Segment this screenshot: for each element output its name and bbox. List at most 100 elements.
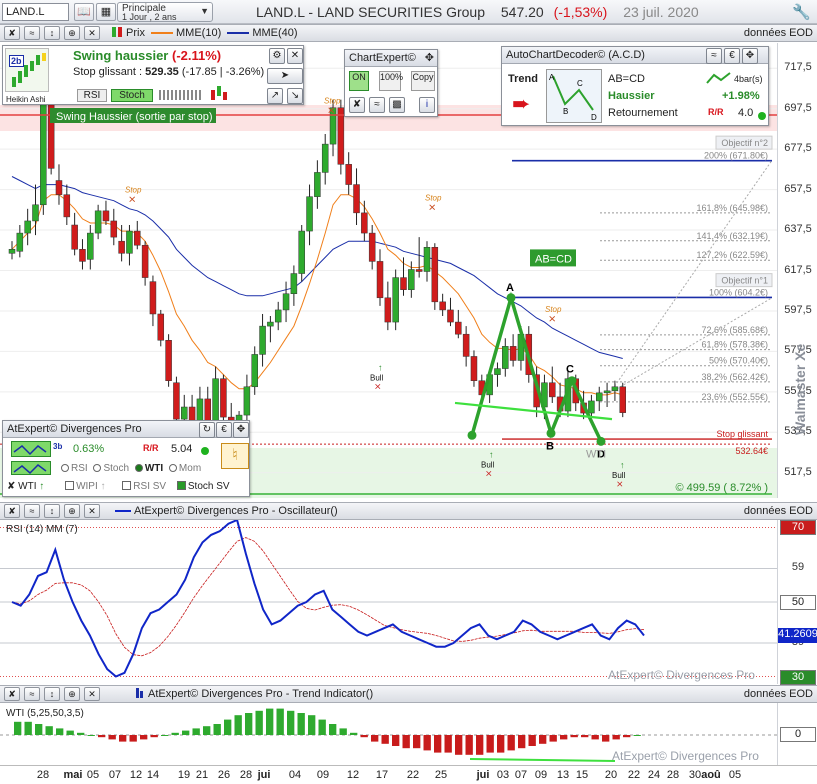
radio-mom[interactable] bbox=[168, 464, 177, 472]
swing-widget[interactable]: 2b Heikin Ashi Swing haussier (-2.11%) S… bbox=[2, 45, 304, 105]
graph-icon[interactable]: ≈ bbox=[706, 48, 722, 64]
zoom-100-button[interactable]: 100% bbox=[379, 71, 403, 91]
x-axis-label: 15 bbox=[575, 769, 589, 781]
price-tick: 617,5 bbox=[784, 263, 812, 276]
wrench-icon[interactable]: 🔧 bbox=[792, 3, 811, 21]
symbol-input[interactable]: LAND.L bbox=[2, 3, 69, 21]
grid-icon[interactable]: ▦ bbox=[96, 3, 116, 21]
bar-chart-icon bbox=[136, 688, 139, 698]
wti-bar bbox=[56, 728, 64, 735]
stop-glissant-value: 532.64€ bbox=[735, 446, 768, 456]
x-axis-label: 25 bbox=[434, 769, 448, 781]
wti-bar bbox=[119, 735, 127, 742]
check-stoch-sv[interactable] bbox=[176, 481, 186, 490]
pattern-point bbox=[467, 430, 477, 440]
on-button[interactable]: ON bbox=[349, 71, 369, 91]
trend-up-icon[interactable]: ↗ bbox=[267, 88, 283, 104]
chart-icon[interactable]: ▩ bbox=[389, 97, 405, 113]
indicator-icon[interactable]: ≈ bbox=[24, 687, 40, 701]
stoch-button[interactable]: Stoch bbox=[111, 89, 153, 102]
divergence-pct: 0.63% bbox=[73, 443, 105, 455]
quote-date: 23 juil. 2020 bbox=[623, 4, 699, 20]
trend-icon[interactable]: ↘ bbox=[287, 88, 303, 104]
divergence-wave-icon[interactable] bbox=[11, 461, 51, 475]
tools-icon[interactable]: ✘ bbox=[4, 26, 20, 40]
divergence-wave-icon[interactable] bbox=[11, 441, 51, 457]
acd-pct: +1.98% bbox=[722, 90, 760, 102]
close-icon[interactable]: ✕ bbox=[84, 26, 100, 40]
pattern-thumb[interactable]: A B C D bbox=[546, 69, 602, 123]
zoom-icon[interactable]: ⊕ bbox=[64, 26, 80, 40]
close-icon[interactable]: ✕ bbox=[84, 687, 100, 701]
tools-icon[interactable]: ✘ bbox=[7, 481, 15, 492]
move-icon[interactable]: ✥ bbox=[742, 48, 758, 64]
candle-body bbox=[415, 269, 423, 272]
close-icon[interactable]: ✕ bbox=[84, 504, 100, 518]
euro-icon[interactable]: € bbox=[724, 48, 740, 64]
scale-icon[interactable]: ↕ bbox=[44, 687, 60, 701]
copy-button[interactable]: Copy bbox=[411, 71, 435, 91]
swing-change: (-2.11%) bbox=[172, 48, 222, 63]
check-rsi-sv[interactable] bbox=[122, 481, 132, 490]
wti-bar bbox=[486, 735, 494, 753]
candle-body bbox=[251, 354, 258, 388]
divergence-badge: 3b bbox=[53, 442, 63, 451]
wti-bar bbox=[150, 735, 158, 738]
indicator-icon[interactable]: ≈ bbox=[24, 26, 40, 40]
radio-wti[interactable] bbox=[134, 464, 143, 472]
x-axis-label: mai bbox=[63, 769, 83, 781]
period-selector[interactable]: Principale 1 Jour , 2 ans ▼ bbox=[117, 2, 213, 22]
wti-bar bbox=[434, 735, 442, 753]
acd-widget[interactable]: AutoChartDecoder© (A.C.D) ≈ € ✥ Trend ➨ … bbox=[501, 46, 769, 126]
legend-price: Prix bbox=[126, 27, 145, 39]
tools-icon[interactable]: ✘ bbox=[4, 504, 20, 518]
settings-icon[interactable]: ⚙ bbox=[269, 48, 285, 64]
wti-bar bbox=[339, 728, 347, 735]
candle-body bbox=[619, 386, 626, 413]
trend-scale[interactable]: 0 bbox=[777, 703, 817, 765]
rsi-panel-bar: ✘ ≈ ↕ ⊕ ✕ AtExpert© Divergences Pro - Os… bbox=[0, 502, 817, 520]
gauge-bar bbox=[159, 90, 203, 100]
euro-icon[interactable]: € bbox=[216, 422, 232, 438]
move-icon[interactable]: ✥ bbox=[425, 51, 434, 64]
trend-chart[interactable]: WTI (5,25,50,3,5) AtExpert© Divergences … bbox=[0, 703, 777, 765]
indicator-icon[interactable]: ≈ bbox=[24, 504, 40, 518]
rsi-chart[interactable]: RSI (14) MM (7) AtExpert© Divergences Pr… bbox=[0, 520, 777, 684]
heikin-ashi-thumb[interactable]: 2b Heikin Ashi bbox=[5, 48, 49, 104]
candle-body bbox=[588, 400, 595, 414]
check-wipi[interactable] bbox=[65, 481, 75, 490]
scale-icon[interactable]: ↕ bbox=[44, 504, 60, 518]
radio-stoch-label: Stoch bbox=[103, 463, 130, 474]
x-axis-label: 13 bbox=[556, 769, 570, 781]
radio-stoch[interactable] bbox=[93, 464, 102, 472]
rsi-button[interactable]: RSI bbox=[77, 89, 107, 102]
chartexpert-widget[interactable]: ChartExpert© ✥ ON 100% Copy ✘ ≈ ▩ i bbox=[344, 49, 438, 117]
arrow-icon[interactable]: ➤ bbox=[267, 68, 303, 84]
zoom-icon[interactable]: ⊕ bbox=[64, 504, 80, 518]
bell-icon[interactable]: ♮ bbox=[221, 443, 249, 469]
scale-icon[interactable]: ↕ bbox=[44, 26, 60, 40]
tools-icon[interactable]: ✘ bbox=[349, 97, 365, 113]
wti-bar bbox=[623, 735, 631, 738]
x-axis-label: 03 bbox=[496, 769, 510, 781]
pattern-icon[interactable]: ≈ bbox=[369, 97, 385, 113]
candle-body bbox=[447, 309, 454, 323]
candle-body bbox=[470, 356, 478, 381]
zoom-icon[interactable]: ⊕ bbox=[64, 687, 80, 701]
pattern-point bbox=[546, 428, 556, 438]
info-icon[interactable]: i bbox=[419, 97, 435, 113]
risk-reward-icon: R/R bbox=[708, 107, 724, 117]
refresh-icon[interactable]: ↻ bbox=[199, 422, 215, 438]
price-scale[interactable]: 717,5 697,5 677,5 657,5 637,5 617,5 597,5 577,5… bbox=[777, 43, 817, 498]
divergences-widget[interactable]: AtExpert© Divergences Pro ↻ € ✥ 0.63% 3b… bbox=[2, 420, 250, 497]
move-icon[interactable]: ✥ bbox=[233, 422, 249, 438]
book-icon[interactable]: 📖 bbox=[74, 3, 94, 21]
wti-bar bbox=[612, 735, 620, 740]
candle-body bbox=[40, 103, 47, 206]
tools-icon[interactable]: ✘ bbox=[4, 687, 20, 701]
x-axis-label: 17 bbox=[375, 769, 389, 781]
close-icon[interactable]: ✕ bbox=[287, 48, 303, 64]
point-a-label: A bbox=[506, 282, 514, 294]
radio-rsi[interactable] bbox=[61, 464, 69, 472]
rsi-scale[interactable]: 705950393041.2609 bbox=[777, 520, 817, 685]
